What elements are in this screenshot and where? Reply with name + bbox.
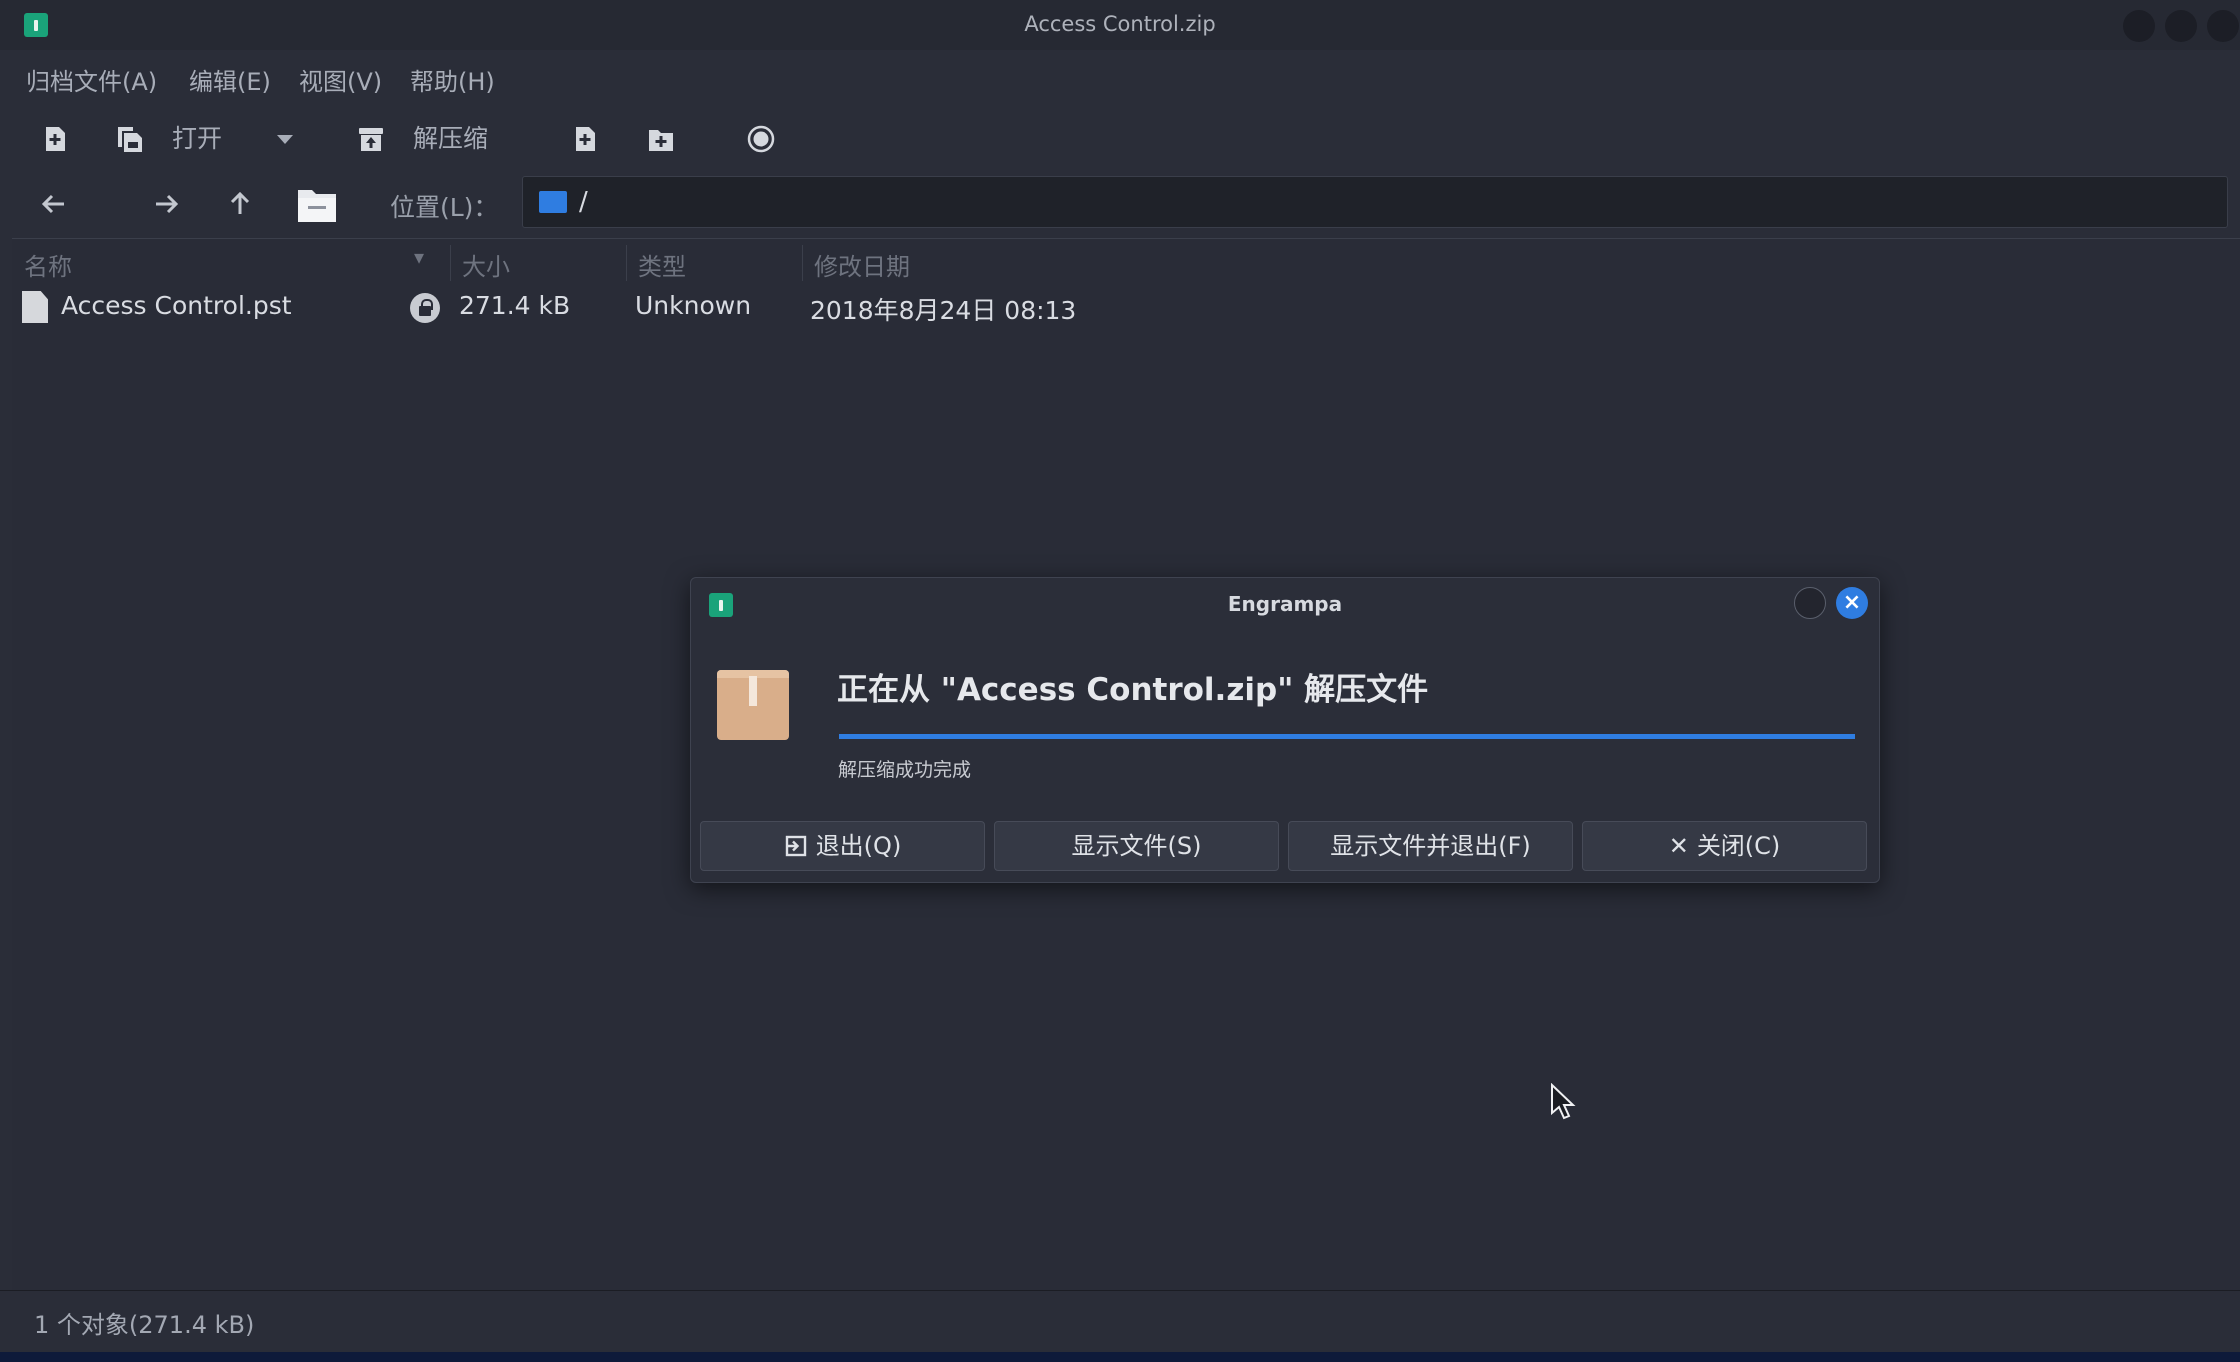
file-type: Unknown bbox=[635, 291, 752, 320]
close-button[interactable]: ✕ 关闭(C) bbox=[1582, 821, 1867, 871]
menu-view[interactable]: 视图(V) bbox=[299, 62, 382, 97]
minimize-button[interactable] bbox=[2123, 10, 2155, 42]
mouse-cursor-icon bbox=[1551, 1083, 1576, 1120]
location-path: / bbox=[579, 187, 588, 217]
stop-button[interactable] bbox=[744, 122, 778, 156]
lock-icon bbox=[410, 293, 440, 323]
extract-icon bbox=[359, 128, 383, 151]
add-file-icon bbox=[576, 127, 595, 151]
dialog-title: Engrampa bbox=[1227, 592, 1343, 616]
chevron-down-icon bbox=[277, 135, 293, 144]
navigation-bar: 位置(L)： / bbox=[0, 172, 2240, 236]
file-name: Access Control.pst bbox=[61, 291, 292, 320]
column-separator bbox=[802, 245, 803, 281]
forward-button[interactable] bbox=[148, 186, 188, 222]
add-folder-icon bbox=[649, 130, 673, 151]
location-field[interactable]: / bbox=[522, 176, 2228, 228]
close-icon: × bbox=[1842, 590, 1862, 615]
open-label[interactable]: 打开 bbox=[172, 122, 222, 156]
maximize-button[interactable] bbox=[2165, 10, 2197, 42]
extract-button[interactable] bbox=[354, 122, 388, 156]
file-modified: 2018年8月24日 08:13 bbox=[810, 296, 1077, 325]
dialog-close-button[interactable]: × bbox=[1836, 587, 1868, 619]
quit-label: 退出(Q) bbox=[815, 832, 902, 860]
column-size[interactable]: 大小 bbox=[462, 247, 510, 282]
back-button[interactable] bbox=[36, 186, 76, 222]
arrow-right-icon bbox=[156, 194, 179, 214]
menu-edit[interactable]: 编辑(E) bbox=[189, 62, 271, 97]
progress-bar bbox=[839, 734, 1855, 739]
document-icon bbox=[22, 291, 48, 323]
new-archive-button[interactable] bbox=[38, 122, 72, 156]
exit-icon bbox=[784, 822, 808, 870]
folder-icon bbox=[298, 190, 336, 222]
stop-icon bbox=[747, 125, 775, 153]
column-name[interactable]: 名称 bbox=[24, 247, 72, 282]
close-icon: ✕ bbox=[1668, 832, 1689, 860]
menu-archive[interactable]: 归档文件(A) bbox=[26, 62, 157, 97]
menu-bar: 归档文件(A) 编辑(E) 视图(V) 帮助(H) bbox=[0, 54, 2240, 100]
arrow-up-icon bbox=[230, 191, 250, 214]
show-files-and-quit-button[interactable]: 显示文件并退出(F) bbox=[1288, 821, 1573, 871]
quit-button[interactable]: 退出(Q) bbox=[700, 821, 985, 871]
extract-progress-dialog: Engrampa × 正在从 "Access Control.zip" 解压文件… bbox=[690, 577, 1880, 883]
package-icon bbox=[717, 670, 789, 740]
dialog-title-bar[interactable]: Engrampa × bbox=[691, 578, 1879, 632]
column-modified[interactable]: 修改日期 bbox=[814, 247, 910, 282]
open-dropdown-button[interactable] bbox=[268, 122, 302, 156]
arrow-left-icon bbox=[41, 194, 64, 214]
file-size: 271.4 kB bbox=[459, 291, 571, 320]
folder-icon bbox=[539, 191, 567, 213]
extract-label[interactable]: 解压缩 bbox=[413, 122, 488, 156]
column-separator bbox=[626, 245, 627, 281]
new-file-icon bbox=[46, 127, 65, 151]
sort-indicator-icon[interactable]: ▾ bbox=[414, 245, 424, 269]
column-separator bbox=[450, 245, 451, 281]
progress-fill bbox=[839, 734, 1855, 739]
close-label: 关闭(C) bbox=[1696, 832, 1781, 860]
title-bar[interactable]: Access Control.zip bbox=[0, 0, 2240, 50]
open-file-icon bbox=[118, 127, 142, 152]
status-bar: 1 个对象(271.4 kB) bbox=[0, 1290, 2240, 1352]
dialog-minimize-button[interactable] bbox=[1794, 587, 1826, 619]
add-files-button[interactable] bbox=[568, 122, 602, 156]
add-folder-button[interactable] bbox=[644, 122, 678, 156]
column-type[interactable]: 类型 bbox=[638, 247, 686, 282]
table-row[interactable]: Access Control.pst 271.4 kB Unknown 2018… bbox=[12, 285, 2240, 329]
show-files-label: 显示文件(S) bbox=[1071, 832, 1202, 860]
open-archive-button[interactable] bbox=[112, 122, 146, 156]
home-folder-button[interactable] bbox=[296, 184, 338, 224]
window-close-button[interactable] bbox=[2207, 10, 2239, 42]
show-files-button[interactable]: 显示文件(S) bbox=[994, 821, 1279, 871]
show-and-quit-label: 显示文件并退出(F) bbox=[1330, 832, 1531, 860]
location-label: 位置(L)： bbox=[390, 193, 499, 222]
menu-help[interactable]: 帮助(H) bbox=[410, 62, 495, 97]
dialog-status: 解压缩成功完成 bbox=[838, 759, 972, 781]
toolbar: 打开 解压缩 bbox=[0, 108, 2240, 172]
window-title: Access Control.zip bbox=[1024, 12, 1216, 36]
status-text: 1 个对象(271.4 kB) bbox=[34, 1311, 255, 1339]
dialog-heading: 正在从 "Access Control.zip" 解压文件 bbox=[837, 672, 1429, 708]
up-button[interactable] bbox=[222, 186, 262, 222]
